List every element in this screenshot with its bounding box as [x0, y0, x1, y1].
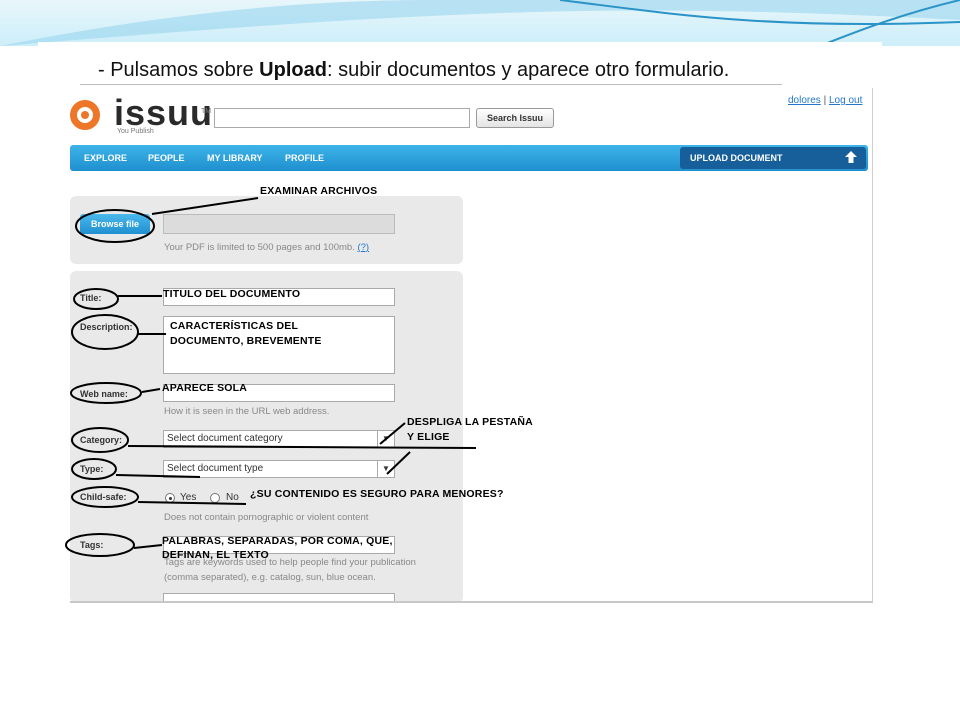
annotation-palabras-2: DEFINAN, EL TEXTO: [162, 549, 269, 561]
annotation-despliga-1: DESPLIGA LA PESTAÑA: [407, 416, 533, 428]
annotation-caracteristicas-2: DOCUMENTO, BREVEMENTE: [170, 335, 322, 347]
annotation-seguro: ¿SU CONTENIDO ES SEGURO PARA MENORES?: [250, 488, 504, 500]
annotation-palabras-1: PALABRAS, SEPARADAS, POR COMA, QUE,: [162, 535, 393, 547]
annotation-examinar: EXAMINAR ARCHIVOS: [260, 185, 378, 197]
annotation-aparece: APARECE SOLA: [162, 382, 248, 394]
annotation-overlay: [65, 197, 477, 557]
annotation-titulo: TITULO DEL DOCUMENTO: [163, 288, 301, 300]
annotation-despliga-2: Y ELIGE: [407, 431, 450, 443]
annotation-caracteristicas-1: CARACTERÍSTICAS DEL: [170, 320, 299, 332]
